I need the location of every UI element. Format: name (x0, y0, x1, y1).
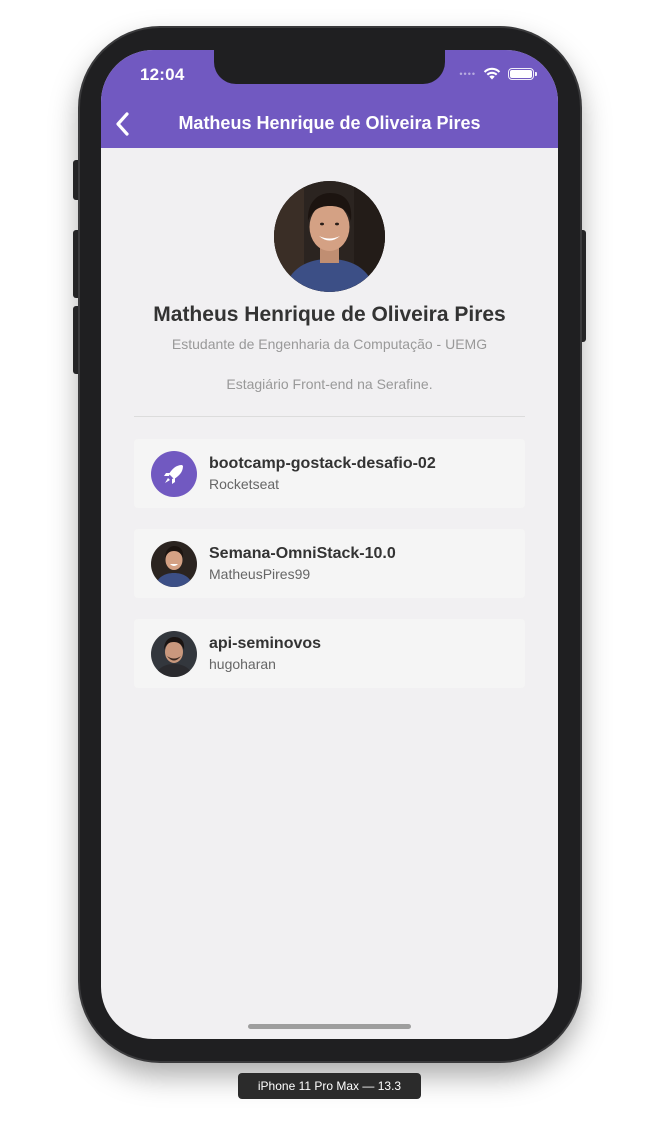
device-notch (214, 50, 445, 84)
divider (134, 416, 525, 417)
rocketseat-logo-icon (151, 450, 197, 497)
profile-bio: Estagiário Front-end na Serafine. (226, 376, 433, 392)
repository-list: bootcamp-gostack-desafio-02 Rocketseat S… (134, 439, 525, 709)
owner-avatar (151, 540, 197, 587)
profile-avatar (274, 181, 385, 292)
repository-item[interactable]: api-seminovos hugoharan (134, 619, 525, 688)
app-screen: 12:04 •••• Matheus Henrique de Oliveira … (101, 50, 558, 1039)
repository-title: api-seminovos (209, 635, 322, 652)
profile-subtitle: Estudante de Engenharia da Computação - … (171, 336, 488, 352)
profile-name: Matheus Henrique de Oliveira Pires (153, 303, 506, 326)
status-time: 12:04 (140, 65, 185, 84)
simulator-device-label: iPhone 11 Pro Max — 13.3 (238, 1073, 421, 1099)
cellular-signal-icon: •••• (459, 68, 476, 79)
repository-owner: hugoharan (209, 656, 276, 672)
repository-title: bootcamp-gostack-desafio-02 (209, 455, 436, 472)
repository-title: Semana-OmniStack-10.0 (209, 545, 396, 562)
home-indicator[interactable] (248, 1024, 411, 1029)
wifi-icon (483, 67, 501, 80)
status-icons: •••• (459, 67, 537, 80)
navigation-header: 12:04 •••• Matheus Henrique de Oliveira … (101, 50, 558, 148)
owner-avatar (151, 630, 197, 677)
repository-owner: MatheusPires99 (209, 566, 311, 582)
repository-owner: Rocketseat (209, 476, 280, 492)
repository-item[interactable]: Semana-OmniStack-10.0 MatheusPires99 (134, 529, 525, 598)
header-title: Matheus Henrique de Oliveira Pires (178, 113, 481, 133)
repository-item[interactable]: bootcamp-gostack-desafio-02 Rocketseat (134, 439, 525, 508)
battery-icon (508, 67, 537, 80)
